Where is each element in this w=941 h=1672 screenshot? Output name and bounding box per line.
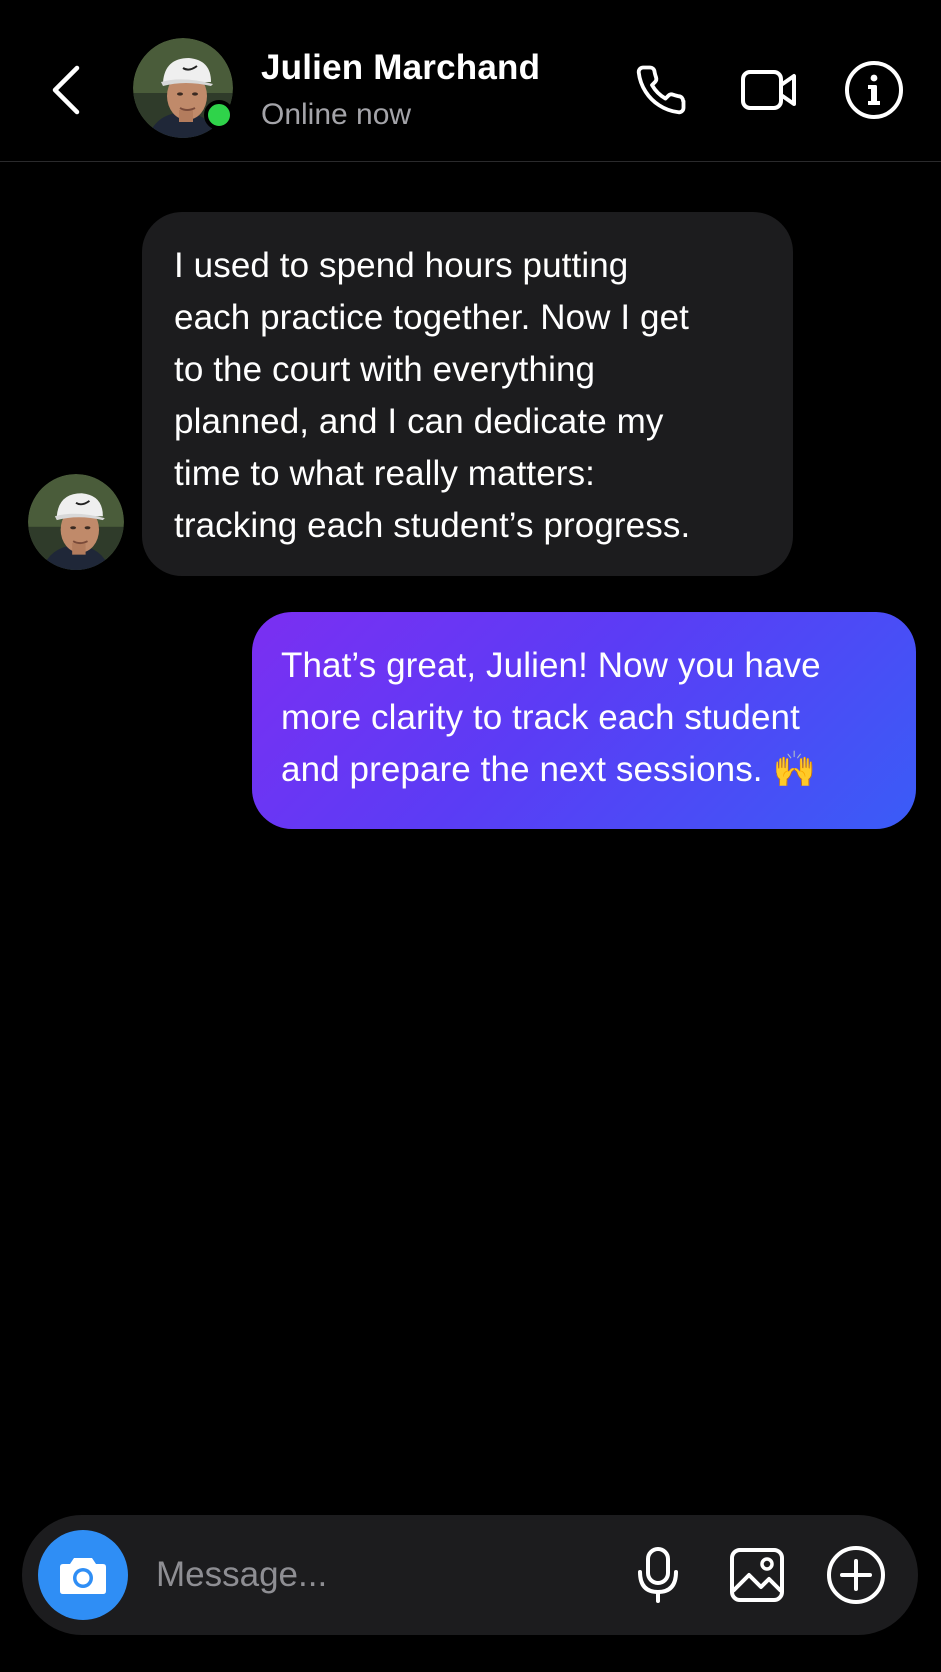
message-line: I used to spend hours putting bbox=[174, 246, 629, 285]
message-composer bbox=[22, 1515, 918, 1635]
info-icon bbox=[845, 61, 903, 119]
image-icon bbox=[730, 1548, 784, 1602]
microphone-icon bbox=[638, 1547, 678, 1603]
message-line: That’s great, Julien! Now you have bbox=[281, 646, 821, 685]
message-line: more clarity to track each student bbox=[281, 698, 800, 737]
sender-avatar[interactable] bbox=[28, 474, 124, 570]
message-input[interactable] bbox=[156, 1545, 626, 1605]
phone-icon bbox=[636, 65, 686, 115]
online-status-dot bbox=[204, 100, 234, 130]
incoming-message-bubble[interactable]: I used to spend hours putting each pract… bbox=[142, 212, 793, 576]
video-camera-icon bbox=[741, 70, 796, 110]
camera-icon bbox=[60, 1558, 106, 1594]
message-line: tracking each student’s progress. bbox=[174, 506, 691, 545]
gallery-button[interactable] bbox=[725, 1543, 789, 1607]
outgoing-message-bubble[interactable]: That’s great, Julien! Now you have more … bbox=[252, 612, 916, 829]
more-options-button[interactable] bbox=[824, 1543, 888, 1607]
message-line: to the court with everything bbox=[174, 350, 596, 389]
video-call-button[interactable] bbox=[737, 58, 801, 122]
contact-name[interactable]: Julien Marchand bbox=[261, 48, 540, 88]
message-line: each practice together. Now I get bbox=[174, 298, 689, 337]
contact-status: Online now bbox=[261, 98, 412, 131]
camera-button[interactable] bbox=[38, 1530, 128, 1620]
voice-message-button[interactable] bbox=[626, 1543, 690, 1607]
message-line: planned, and I can dedicate my bbox=[174, 402, 664, 441]
chevron-left-icon bbox=[52, 65, 80, 115]
back-button[interactable] bbox=[44, 58, 88, 122]
chat-header: Julien Marchand Online now bbox=[0, 0, 941, 162]
contact-avatar-wrapper[interactable] bbox=[133, 38, 234, 138]
voice-call-button[interactable] bbox=[629, 58, 693, 122]
plus-circle-icon bbox=[827, 1546, 885, 1604]
message-line: time to what really matters: bbox=[174, 454, 595, 493]
info-button[interactable] bbox=[842, 58, 906, 122]
message-line: and prepare the next sessions. 🙌 bbox=[281, 750, 817, 789]
